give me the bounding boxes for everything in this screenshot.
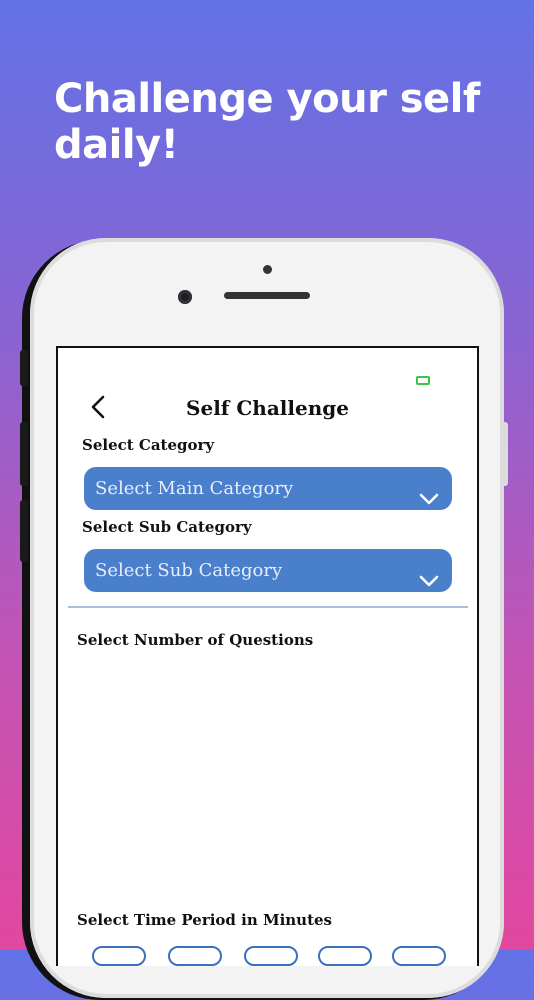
phone-sensor bbox=[263, 265, 272, 274]
time-option[interactable] bbox=[244, 946, 298, 966]
section-divider bbox=[68, 606, 468, 608]
chevron-down-icon bbox=[418, 480, 440, 505]
chevron-down-icon bbox=[418, 562, 440, 587]
phone-volume-down bbox=[20, 500, 28, 562]
category-label: Select Category bbox=[82, 436, 215, 454]
app-screen: Self Challenge Select Category Select Ma… bbox=[56, 346, 479, 966]
promo-headline: Challenge your self daily! bbox=[54, 76, 480, 168]
main-category-select[interactable]: Select Main Category bbox=[84, 467, 452, 510]
main-category-placeholder: Select Main Category bbox=[95, 478, 294, 499]
phone-silent-switch bbox=[20, 350, 28, 386]
sub-category-placeholder: Select Sub Category bbox=[95, 560, 283, 581]
phone-camera bbox=[178, 290, 192, 304]
time-option[interactable] bbox=[392, 946, 446, 966]
phone-speaker bbox=[224, 292, 310, 299]
sub-category-select[interactable]: Select Sub Category bbox=[84, 549, 452, 592]
sub-category-label: Select Sub Category bbox=[82, 518, 252, 536]
phone-power-button bbox=[500, 422, 508, 486]
phone-volume-up bbox=[20, 422, 28, 486]
time-option[interactable] bbox=[318, 946, 372, 966]
time-option[interactable] bbox=[168, 946, 222, 966]
page-title: Self Challenge bbox=[186, 396, 349, 420]
questions-label: Select Number of Questions bbox=[77, 631, 314, 649]
battery-icon bbox=[416, 376, 430, 385]
time-period-label: Select Time Period in Minutes bbox=[77, 911, 332, 929]
time-option[interactable] bbox=[92, 946, 146, 966]
